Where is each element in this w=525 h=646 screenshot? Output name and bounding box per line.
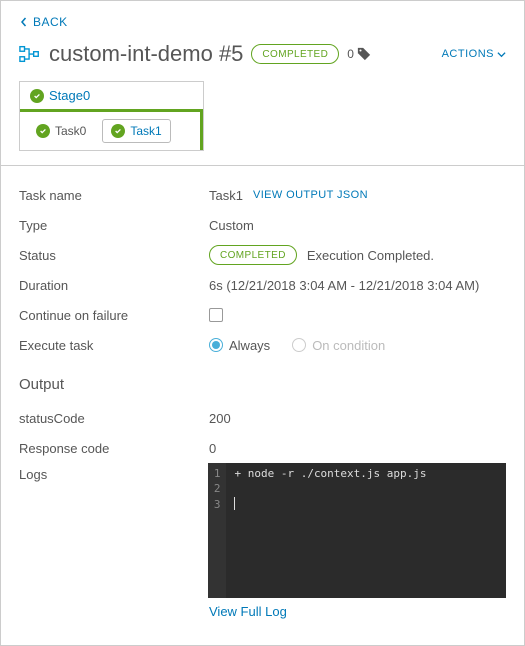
- actions-menu[interactable]: ACTIONS: [442, 48, 506, 60]
- radio-icon: [292, 338, 306, 352]
- label-execute: Execute task: [19, 338, 209, 353]
- label-status-code: statusCode: [19, 411, 209, 426]
- value-status-code: 200: [209, 411, 231, 426]
- tag-count-value: 0: [347, 47, 354, 61]
- task-chip-task1[interactable]: Task1: [102, 119, 170, 143]
- logs-gutter: 123: [208, 463, 227, 598]
- stage-header[interactable]: Stage0: [20, 82, 203, 112]
- divider: [1, 165, 524, 166]
- radio-on-condition-label: On condition: [312, 338, 385, 353]
- label-status: Status: [19, 248, 209, 263]
- row-response-code: Response code 0: [19, 433, 506, 463]
- row-status: Status COMPLETED Execution Completed.: [19, 240, 506, 270]
- label-duration: Duration: [19, 278, 209, 293]
- radio-icon: [209, 338, 223, 352]
- tag-icon: [357, 47, 371, 61]
- label-logs: Logs: [19, 463, 208, 482]
- output-heading: Output: [19, 376, 506, 393]
- radio-on-condition[interactable]: On condition: [292, 338, 385, 353]
- tag-count: 0: [347, 47, 371, 61]
- value-response-code: 0: [209, 441, 216, 456]
- label-continue: Continue on failure: [19, 308, 209, 323]
- row-duration: Duration 6s (12/21/2018 3:04 AM - 12/21/…: [19, 270, 506, 300]
- view-output-json-link[interactable]: VIEW OUTPUT JSON: [253, 189, 368, 201]
- value-type: Custom: [209, 218, 254, 233]
- status-text: Execution Completed.: [307, 248, 434, 263]
- task-chip-label: Task0: [55, 124, 86, 138]
- status-badge: COMPLETED: [209, 245, 297, 265]
- label-type: Type: [19, 218, 209, 233]
- page-title: custom-int-demo #5: [49, 41, 243, 67]
- row-task-name: Task name Task1 VIEW OUTPUT JSON: [19, 180, 506, 210]
- back-label: BACK: [33, 15, 68, 29]
- check-icon: [30, 89, 44, 103]
- chevron-left-icon: [19, 17, 29, 27]
- actions-label: ACTIONS: [442, 48, 494, 60]
- label-task-name: Task name: [19, 188, 209, 203]
- radio-always-label: Always: [229, 338, 270, 353]
- row-logs: Logs 123 + node -r ./context.js app.js: [19, 463, 506, 598]
- stage-box: Stage0 Task0 Task1: [19, 81, 204, 151]
- view-full-log-link[interactable]: View Full Log: [209, 604, 287, 619]
- row-status-code: statusCode 200: [19, 403, 506, 433]
- pipeline-icon: [19, 43, 41, 65]
- continue-checkbox[interactable]: [209, 308, 223, 322]
- task-chip-label: Task1: [130, 124, 161, 138]
- status-badge: COMPLETED: [251, 44, 339, 64]
- task-chip-task0[interactable]: Task0: [28, 119, 94, 143]
- radio-always[interactable]: Always: [209, 338, 270, 353]
- label-response-code: Response code: [19, 441, 209, 456]
- page-header: custom-int-demo #5 COMPLETED 0 ACTIONS: [19, 41, 506, 67]
- row-continue-on-failure: Continue on failure: [19, 300, 506, 330]
- logs-editor[interactable]: 123 + node -r ./context.js app.js: [208, 463, 506, 598]
- logs-code: + node -r ./context.js app.js: [226, 463, 506, 598]
- back-link[interactable]: BACK: [19, 15, 68, 29]
- chevron-down-icon: [497, 50, 506, 59]
- check-icon: [36, 124, 50, 138]
- stage-name: Stage0: [49, 88, 90, 103]
- check-icon: [111, 124, 125, 138]
- value-task-name: Task1: [209, 188, 243, 203]
- value-duration: 6s (12/21/2018 3:04 AM - 12/21/2018 3:04…: [209, 278, 479, 293]
- view-full-log-row: View Full Log: [209, 604, 506, 619]
- row-type: Type Custom: [19, 210, 506, 240]
- row-execute-task: Execute task Always On condition: [19, 330, 506, 360]
- task-row: Task0 Task1: [20, 112, 203, 150]
